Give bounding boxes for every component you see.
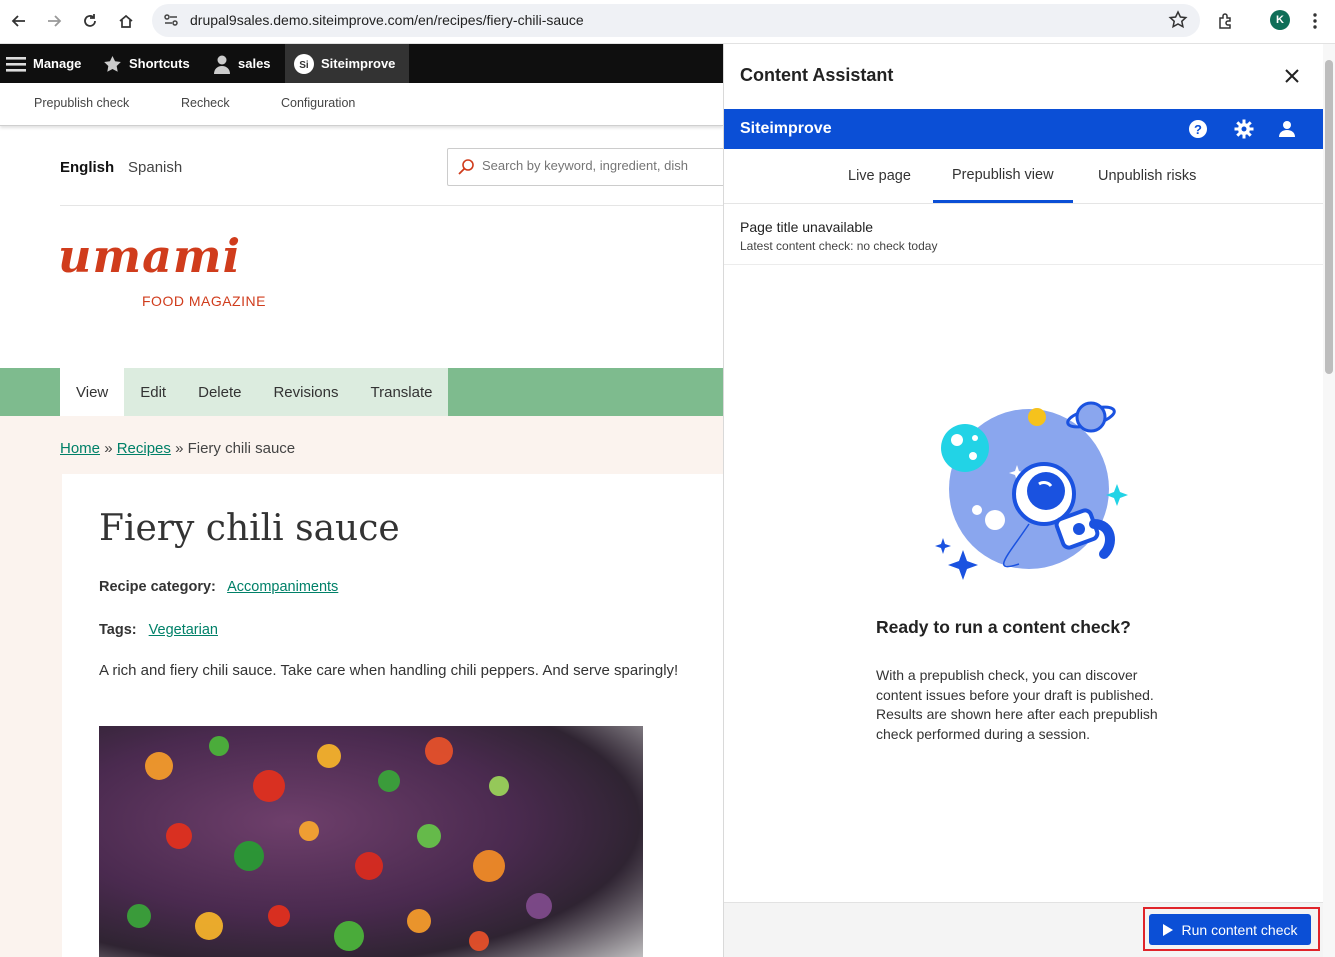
home-icon[interactable]: [113, 8, 139, 34]
toolbar-siteimprove-label: Siteimprove: [321, 56, 396, 71]
hamburger-icon: [6, 56, 26, 72]
siteimprove-logo-icon: Si: [294, 53, 314, 74]
prepublish-description: With a prepublish check, you can discove…: [876, 667, 1158, 742]
url-text: drupal9sales.demo.siteimprove.com/en/rec…: [190, 12, 584, 28]
toolbar-user[interactable]: sales: [213, 44, 271, 83]
breadcrumb-separator: »: [175, 440, 184, 457]
tab-prepublish-view[interactable]: Prepublish view: [933, 149, 1073, 203]
tray-recheck[interactable]: Recheck: [181, 96, 230, 110]
reload-icon[interactable]: [77, 8, 103, 34]
toolbar-manage[interactable]: Manage: [6, 44, 81, 83]
toolbar-siteimprove[interactable]: Si Siteimprove: [285, 44, 409, 83]
category-link[interactable]: Accompaniments: [227, 579, 338, 595]
site-search[interactable]: [447, 148, 723, 186]
forward-icon[interactable]: [41, 8, 67, 34]
tag-link[interactable]: Vegetarian: [149, 622, 218, 638]
language-spanish[interactable]: Spanish: [128, 159, 182, 176]
site-page: English Spanish umami FOOD MAGAZINE View…: [0, 127, 723, 957]
umami-logo[interactable]: umami: [58, 229, 241, 283]
admin-toolbar: Manage Shortcuts sales Si Siteimprove: [0, 44, 723, 83]
recipe-summary: A rich and fiery chili sauce. Take care …: [99, 662, 679, 679]
ready-heading: Ready to run a content check?: [876, 617, 1131, 637]
bookmark-star-icon[interactable]: [1168, 10, 1188, 35]
user-icon: [213, 54, 231, 74]
search-icon: [457, 158, 475, 181]
tab-revisions[interactable]: Revisions: [257, 368, 354, 416]
tray-configuration[interactable]: Configuration: [281, 96, 355, 110]
siteimprove-brand: Siteimprove: [740, 120, 832, 137]
page-title-status: Page title unavailable: [740, 219, 874, 235]
account-icon[interactable]: [1277, 119, 1297, 139]
scrollbar-thumb[interactable]: [1325, 60, 1333, 374]
tab-live-page[interactable]: Live page: [848, 149, 911, 203]
search-input[interactable]: [482, 158, 722, 173]
latest-check-status: Latest content check: no check today: [740, 239, 938, 253]
run-content-check-button[interactable]: Run content check: [1149, 914, 1311, 945]
breadcrumb-current: Fiery chili sauce: [187, 440, 296, 457]
tab-delete[interactable]: Delete: [182, 368, 257, 416]
run-button-label: Run content check: [1181, 921, 1298, 938]
tab-view[interactable]: View: [60, 368, 125, 416]
star-icon: [103, 55, 122, 73]
local-tasks-bar: View Edit Delete Revisions Translate: [0, 368, 723, 416]
extensions-icon[interactable]: [1213, 8, 1239, 34]
tray-prepublish-check[interactable]: Prepublish check: [34, 96, 129, 110]
recipe-tags: Tags: Vegetarian: [99, 622, 218, 638]
toolbar-shortcuts-label: Shortcuts: [129, 56, 190, 71]
toolbar-manage-label: Manage: [33, 56, 82, 71]
assistant-tabs: Live page Prepublish view Unpublish risk…: [724, 149, 1324, 204]
gear-icon[interactable]: [1234, 119, 1254, 139]
language-english[interactable]: English: [60, 159, 114, 176]
svg-text:?: ?: [1194, 122, 1202, 137]
toolbar-user-label: sales: [238, 56, 271, 71]
address-bar[interactable]: drupal9sales.demo.siteimprove.com/en/rec…: [152, 4, 1200, 37]
browser-menu-icon[interactable]: [1302, 8, 1328, 34]
page-scrollbar[interactable]: [1323, 44, 1335, 957]
browser-toolbar: drupal9sales.demo.siteimprove.com/en/rec…: [0, 0, 1335, 44]
breadcrumb-home[interactable]: Home: [60, 440, 100, 457]
help-icon[interactable]: ?: [1188, 119, 1208, 139]
siteimprove-header: Siteimprove ?: [724, 109, 1324, 149]
tab-edit[interactable]: Edit: [124, 368, 182, 416]
breadcrumb-separator: »: [104, 440, 113, 457]
header-divider: [60, 205, 723, 206]
tab-translate[interactable]: Translate: [355, 368, 449, 416]
play-icon: [1162, 923, 1173, 936]
profile-avatar[interactable]: K: [1270, 10, 1290, 30]
siteimprove-tray: Prepublish check Recheck Configuration: [0, 83, 723, 126]
astronaut-illustration: [919, 384, 1139, 584]
siteimprove-badge-text: Si: [299, 60, 309, 71]
toolbar-shortcuts[interactable]: Shortcuts: [103, 44, 190, 83]
tags-label: Tags:: [99, 622, 137, 638]
page-info: Page title unavailable Latest content ch…: [724, 204, 1324, 265]
recipe-image: [99, 726, 643, 957]
category-label: Recipe category:: [99, 579, 216, 595]
panel-title: Content Assistant: [740, 65, 894, 85]
tab-unpublish-risks[interactable]: Unpublish risks: [1098, 149, 1196, 203]
back-icon[interactable]: [6, 8, 32, 34]
content-assistant-panel: Content Assistant Siteimprove ? Live pag…: [723, 44, 1324, 957]
recipe-card: Fiery chili sauce Recipe category: Accom…: [62, 474, 723, 957]
breadcrumb: Home » Recipes » Fiery chili sauce: [60, 440, 295, 457]
page-title: Fiery chili sauce: [99, 508, 400, 549]
logo-subtitle: FOOD MAGAZINE: [142, 293, 266, 309]
close-icon[interactable]: [1281, 65, 1303, 87]
breadcrumb-recipes[interactable]: Recipes: [117, 440, 171, 457]
panel-header: Content Assistant: [724, 44, 1324, 109]
recipe-category: Recipe category: Accompaniments: [99, 579, 338, 595]
site-info-icon[interactable]: [162, 11, 180, 34]
